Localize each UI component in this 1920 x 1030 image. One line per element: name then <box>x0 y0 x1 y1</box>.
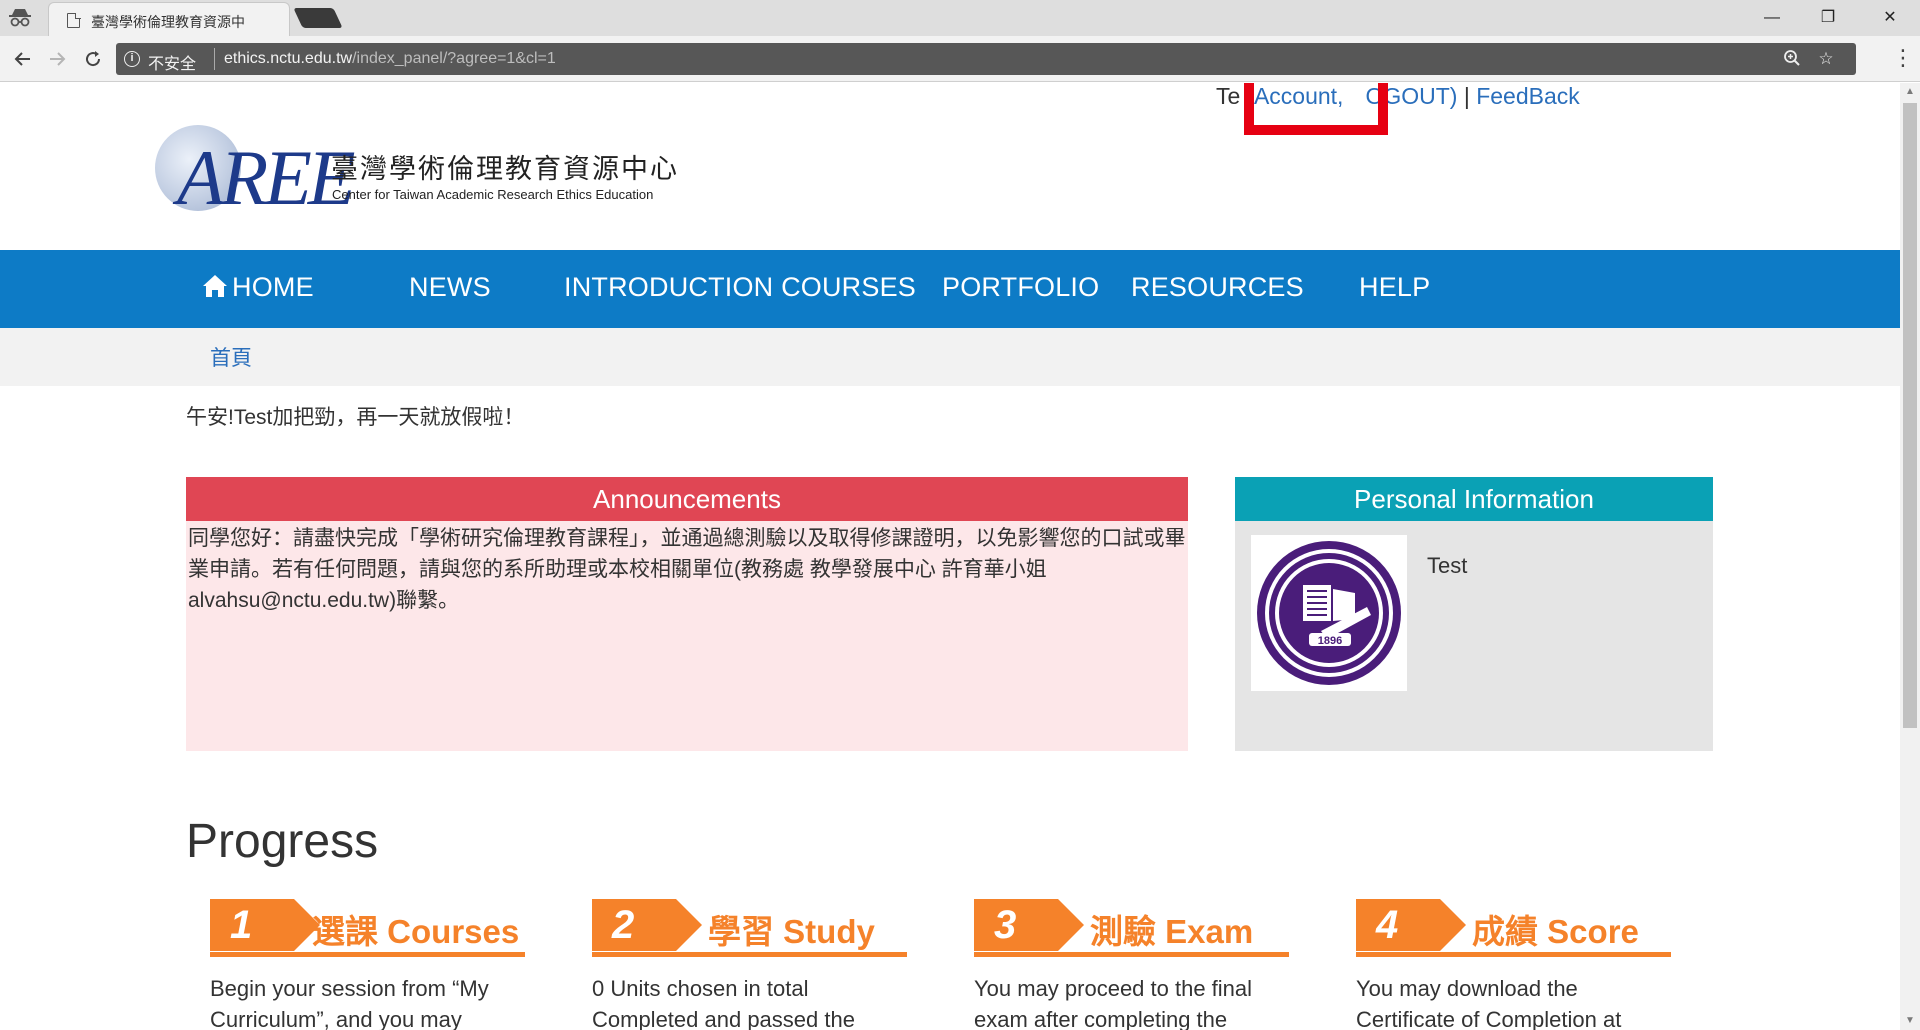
greeting-text: 午安!Test加把勁，再一天就放假啦！ <box>186 406 525 429</box>
feedback-link[interactable]: FeedBack <box>1476 83 1580 109</box>
breadcrumb: 首頁 <box>0 328 1900 386</box>
announcements-body: 同學您好：請盡快完成「學術研究倫理教育課程」，並通過總測驗以及取得修課證明，以免… <box>188 527 1186 612</box>
divider <box>214 48 215 70</box>
step-description: You may download the Certificate of Comp… <box>1356 976 1622 1030</box>
step-number-badge: 4 <box>1356 899 1466 951</box>
step-underline <box>1356 952 1671 957</box>
breadcrumb-home[interactable]: 首頁 <box>210 342 252 372</box>
step-label: 成績 Score <box>1472 913 1639 950</box>
avatar: 1896 <box>1251 535 1407 691</box>
step-underline <box>592 952 907 957</box>
browser-toolbar: i 不安全 ethics.nctu.edu.tw/index_panel/?ag… <box>0 36 1920 82</box>
scroll-up-icon[interactable]: ▲ <box>1900 83 1920 101</box>
home-icon <box>202 274 228 298</box>
step-banner: 1 選課 Courses <box>210 899 525 957</box>
reload-icon[interactable] <box>78 44 108 74</box>
zoom-icon[interactable] <box>1782 49 1802 69</box>
progress-title: Progress <box>186 815 379 868</box>
back-icon[interactable] <box>8 44 38 74</box>
separator: | <box>1463 83 1470 109</box>
university-seal-icon: 1896 <box>1257 541 1401 685</box>
scroll-down-icon[interactable]: ▼ <box>1900 1012 1920 1030</box>
forward-icon[interactable] <box>42 44 72 74</box>
url-host: ethics.nctu.edu.tw <box>224 50 353 67</box>
page-icon <box>67 12 81 28</box>
close-window-button[interactable]: ✕ <box>1870 4 1910 32</box>
step-label: 測驗 Exam <box>1090 913 1254 950</box>
step-number: 1 <box>230 903 253 947</box>
step-underline <box>210 952 525 957</box>
nav-portfolio[interactable]: PORTFOLIO <box>942 272 1099 303</box>
user-name: Te <box>1216 83 1241 109</box>
step-banner: 4 成績 Score <box>1356 899 1671 957</box>
new-tab-button[interactable] <box>293 8 343 28</box>
step-underline <box>974 952 1289 957</box>
tab-title: 臺灣學術倫理教育資源中 <box>91 14 245 30</box>
step-banner: 3 測驗 Exam <box>974 899 1289 957</box>
restore-button[interactable]: ❐ <box>1808 4 1848 32</box>
url-path: /index_panel/?agree=1&cl=1 <box>352 50 556 67</box>
announcements-panel: Announcements 同學您好：請盡快完成「學術研究倫理教育課程」，並通過… <box>186 477 1188 751</box>
browser-tab[interactable]: 臺灣學術倫理教育資源中 × <box>48 2 320 36</box>
nav-home[interactable]: HOME <box>202 272 314 303</box>
web-page: Te (Account, OGOUT) | FeedBack AREE 臺灣學術倫理… <box>0 83 1900 1030</box>
step-number: 2 <box>612 903 635 947</box>
step-number-badge: 2 <box>592 899 702 951</box>
nav-help[interactable]: HELP <box>1359 272 1430 303</box>
step-number-badge: 1 <box>210 899 320 951</box>
incognito-icon <box>6 6 34 30</box>
step-description: 0 Units chosen in total Completed and pa… <box>592 976 855 1030</box>
progress-step-study: 2 學習 Study 0 Units chosen in total Compl… <box>592 899 907 1030</box>
personal-name: Test <box>1427 553 1468 578</box>
nav-introduction-courses[interactable]: INTRODUCTION COURSES <box>564 272 916 303</box>
nav-resources[interactable]: RESOURCES <box>1131 272 1304 303</box>
logout-link[interactable]: OGOUT) <box>1365 83 1457 109</box>
progress-step-exam: 3 測驗 Exam You may proceed to the final e… <box>974 899 1289 1030</box>
logo-english-name: Center for Taiwan Academic Research Ethi… <box>332 187 654 202</box>
scroll-thumb[interactable] <box>1903 103 1917 728</box>
menu-icon[interactable]: ⋮ <box>1892 44 1914 74</box>
personal-information-title: Personal Information <box>1235 477 1713 521</box>
progress-step-score: 4 成績 Score You may download the Certific… <box>1356 899 1671 1030</box>
site-logo[interactable]: AREE 臺灣學術倫理教育資源中心 Center for Taiwan Acad… <box>155 125 695 225</box>
user-bar: Te (Account, OGOUT) | FeedBack <box>1216 83 1580 113</box>
url-text[interactable]: ethics.nctu.edu.tw/index_panel/?agree=1&… <box>224 50 556 68</box>
info-icon[interactable]: i <box>124 51 140 67</box>
step-description: You may proceed to the final exam after … <box>974 976 1253 1030</box>
tab-strip: 臺灣學術倫理教育資源中 × — ❐ ✕ <box>0 0 1920 36</box>
nav-home-label: HOME <box>232 272 314 302</box>
page-scrollbar[interactable]: ▲ ▼ <box>1900 83 1920 1030</box>
logo-chinese-name: 臺灣學術倫理教育資源中心 <box>331 154 679 184</box>
step-label: 選課 Courses <box>312 913 520 950</box>
step-description: Begin your session from “My Curriculum”,… <box>210 976 489 1030</box>
announcements-title: Announcements <box>186 477 1188 521</box>
step-banner: 2 學習 Study <box>592 899 907 957</box>
minimize-button[interactable]: — <box>1752 4 1792 32</box>
security-label: 不安全 <box>148 56 197 73</box>
address-bar[interactable]: i 不安全 ethics.nctu.edu.tw/index_panel/?ag… <box>116 43 1856 75</box>
step-number: 3 <box>994 903 1017 947</box>
progress-step-courses: 1 選課 Courses Begin your session from “My… <box>210 899 525 1030</box>
personal-information-panel: Personal Information 1896 Test <box>1235 477 1713 751</box>
nav-news[interactable]: NEWS <box>409 272 491 303</box>
seal-year: 1896 <box>1318 635 1342 647</box>
step-number: 4 <box>1376 903 1399 947</box>
account-link[interactable]: (Account, <box>1246 83 1343 109</box>
main-navigation: HOME NEWS INTRODUCTION COURSES PORTFOLIO… <box>0 250 1900 328</box>
bookmark-star-icon[interactable]: ☆ <box>1816 49 1836 69</box>
step-label: 學習 Study <box>708 913 875 950</box>
step-number-badge: 3 <box>974 899 1084 951</box>
logo-mark: AREE <box>177 134 356 221</box>
